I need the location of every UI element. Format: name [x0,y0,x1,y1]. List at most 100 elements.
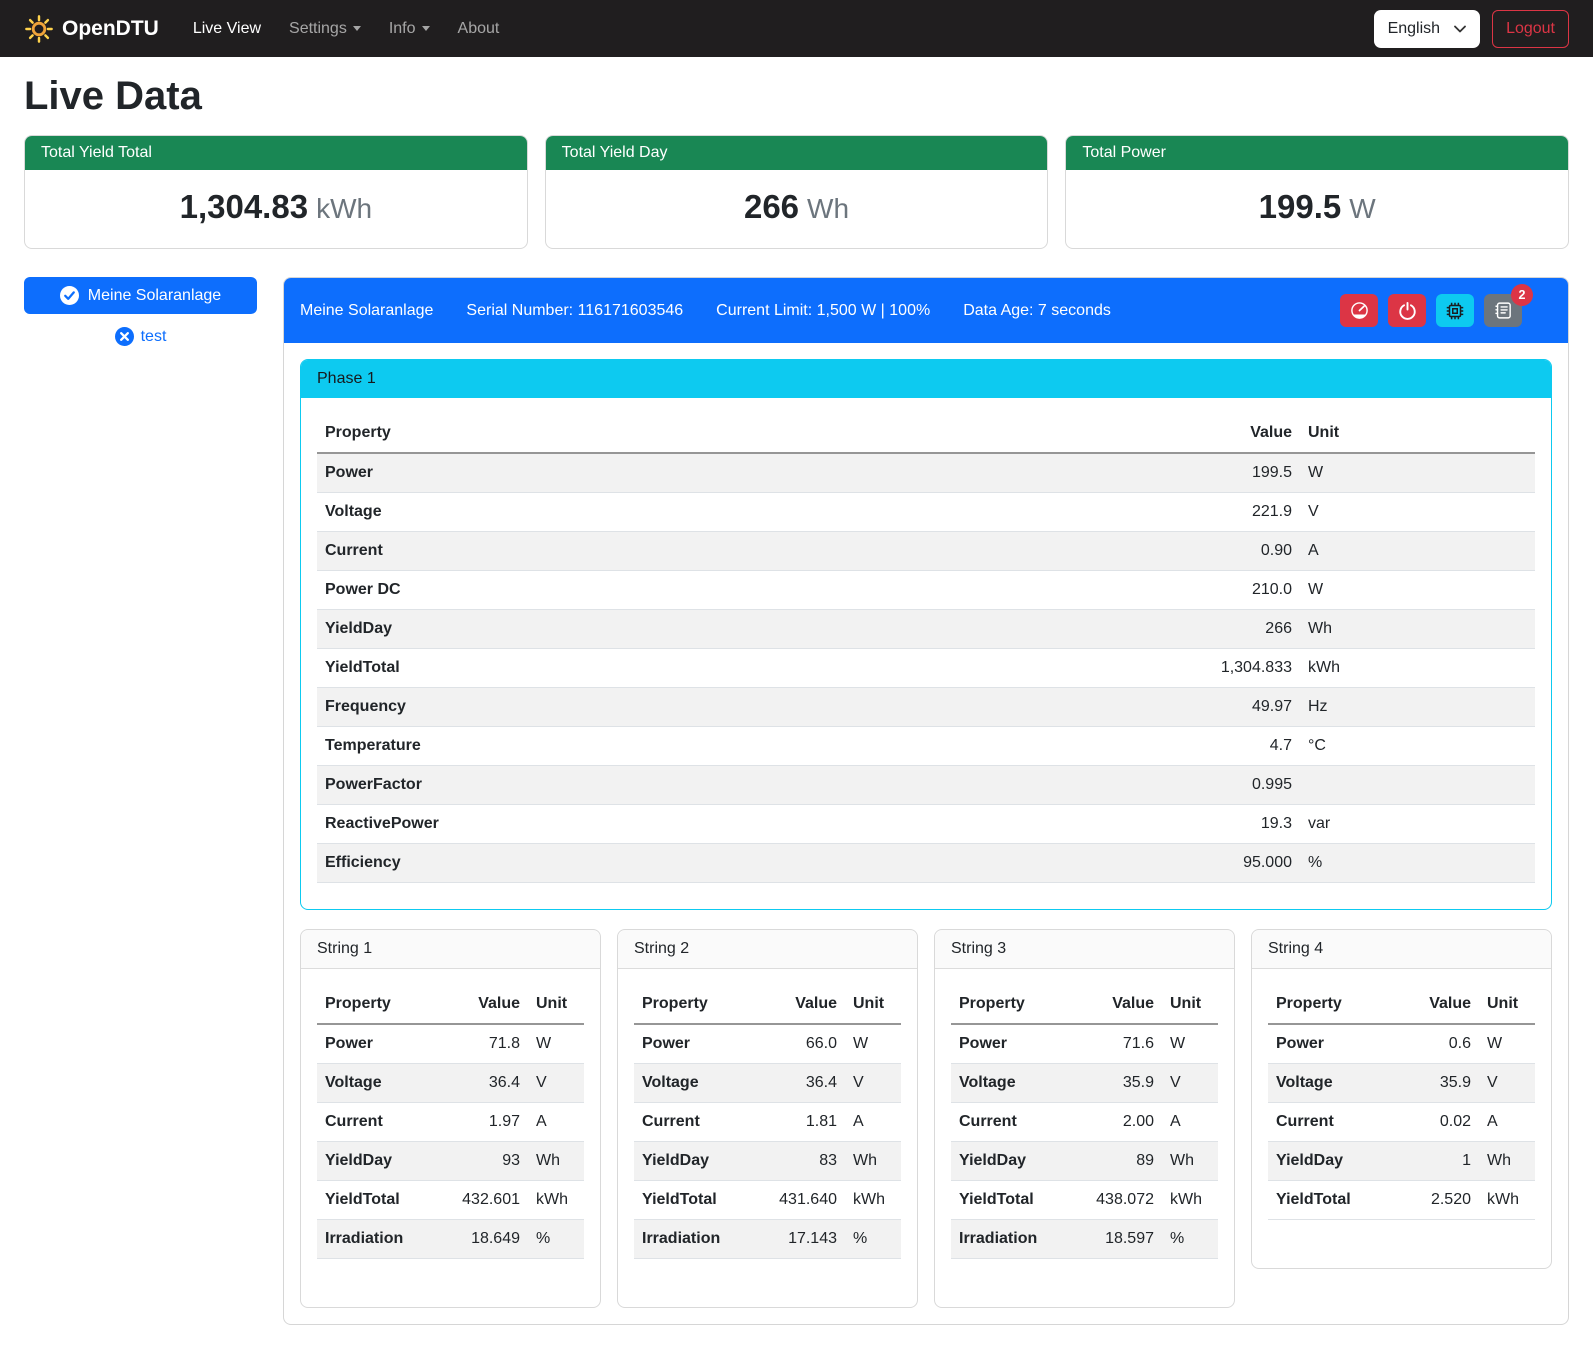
cell-property: PowerFactor [317,766,1150,805]
cell-property: Temperature [317,727,1150,766]
device-info-button[interactable] [1436,294,1474,327]
cell-property: Irradiation [317,1220,436,1259]
inverter-select-button[interactable]: Meine Solaranlage [24,277,257,314]
column-unit: Unit [1300,414,1535,453]
table-row: Irradiation18.649% [317,1220,584,1259]
card-value-block: 266Wh [546,170,1048,248]
column-value: Value [1387,985,1479,1024]
cell-unit: W [1300,453,1535,493]
cell-value: 35.9 [1070,1064,1162,1103]
column-value: Value [753,985,845,1024]
cell-value: 1,304.833 [1150,649,1300,688]
string-3-table: Property Value Unit Power71.6WVoltage35.… [951,985,1218,1259]
cell-value: 49.97 [1150,688,1300,727]
table-row: YieldTotal1,304.833kWh [317,649,1535,688]
cell-property: Voltage [634,1064,753,1103]
cell-property: Irradiation [951,1220,1070,1259]
language-select[interactable]: English [1374,10,1480,48]
nav-link-live-view[interactable]: Live View [181,12,273,46]
phase-title: Phase 1 [301,360,1551,398]
cell-value: 19.3 [1150,805,1300,844]
cell-unit: Wh [528,1142,584,1181]
inverter-name-label: test [141,328,167,346]
table-row: Current0.90A [317,532,1535,571]
cell-unit: V [845,1064,901,1103]
cell-property: YieldDay [317,1142,436,1181]
table-row: YieldDay93Wh [317,1142,584,1181]
cell-property: Power [317,1024,436,1064]
language-value: English [1388,20,1440,38]
cell-value: 1 [1387,1142,1479,1181]
card-unit: Wh [807,193,849,224]
cell-value: 266 [1150,610,1300,649]
limit-settings-button[interactable] [1340,294,1378,327]
table-row: Irradiation17.143% [634,1220,901,1259]
table-row: YieldTotal432.601kWh [317,1181,584,1220]
column-unit: Unit [845,985,901,1024]
cell-value: 438.072 [1070,1181,1162,1220]
string-title: String 1 [301,930,600,969]
logout-button[interactable]: Logout [1492,10,1569,48]
cell-value: 93 [436,1142,528,1181]
table-row: YieldTotal431.640kWh [634,1181,901,1220]
table-row: ReactivePower19.3var [317,805,1535,844]
cell-value: 71.6 [1070,1024,1162,1064]
cell-unit: % [845,1220,901,1259]
card-unit: W [1349,193,1375,224]
cell-unit [1300,766,1535,805]
strings-row: String 1 Property Value Unit [300,929,1552,1308]
cell-value: 66.0 [753,1024,845,1064]
table-row: Power DC210.0W [317,571,1535,610]
x-circle-icon [115,327,134,346]
cell-property: Irradiation [634,1220,753,1259]
card-value-block: 199.5W [1066,170,1568,248]
nav-link-settings[interactable]: Settings [277,12,373,46]
cell-property: Power [634,1024,753,1064]
inverter-link-test[interactable]: test [24,327,257,346]
inverter-name: Meine Solaranlage [300,302,433,320]
card-unit: kWh [316,193,372,224]
card-value: 199.5 [1259,188,1342,225]
cell-property: Current [1268,1103,1387,1142]
cell-unit: kWh [1162,1181,1218,1220]
table-row: Voltage36.4V [317,1064,584,1103]
table-row: Voltage36.4V [634,1064,901,1103]
cell-unit: var [1300,805,1535,844]
column-property: Property [317,414,1150,453]
inverter-sidebar: Meine Solaranlage test [24,277,257,346]
cell-property: YieldDay [1268,1142,1387,1181]
cell-property: YieldTotal [1268,1181,1387,1220]
cell-unit: W [1479,1024,1535,1064]
table-row: Current1.81A [634,1103,901,1142]
table-row: Voltage35.9V [1268,1064,1535,1103]
power-icon [1398,301,1417,320]
cell-value: 95.000 [1150,844,1300,883]
nav-link-info[interactable]: Info [377,12,442,46]
cell-unit: °C [1300,727,1535,766]
cell-unit: A [1162,1103,1218,1142]
event-log-button[interactable]: 2 [1484,294,1522,327]
cell-unit: kWh [1300,649,1535,688]
card-title: Total Yield Total [25,136,527,170]
cell-unit: kWh [528,1181,584,1220]
string-title: String 3 [935,930,1234,969]
summary-cards-row: Total Yield Total 1,304.83kWh Total Yiel… [24,135,1569,249]
nav-link-about[interactable]: About [446,12,512,46]
power-button[interactable] [1388,294,1426,327]
serial-number: Serial Number: 116171603546 [466,302,683,320]
cell-value: 2.520 [1387,1181,1479,1220]
event-count-badge: 2 [1511,284,1533,306]
brand-title: OpenDTU [62,17,159,41]
cell-unit: V [528,1064,584,1103]
cell-value: 0.02 [1387,1103,1479,1142]
cell-value: 221.9 [1150,493,1300,532]
cell-value: 4.7 [1150,727,1300,766]
brand-link[interactable]: OpenDTU [24,14,159,44]
cell-property: YieldTotal [317,1181,436,1220]
card-title: Total Power [1066,136,1568,170]
cell-property: ReactivePower [317,805,1150,844]
cell-value: 18.649 [436,1220,528,1259]
cell-property: Efficiency [317,844,1150,883]
cell-unit: Wh [1162,1142,1218,1181]
cell-property: YieldTotal [317,649,1150,688]
